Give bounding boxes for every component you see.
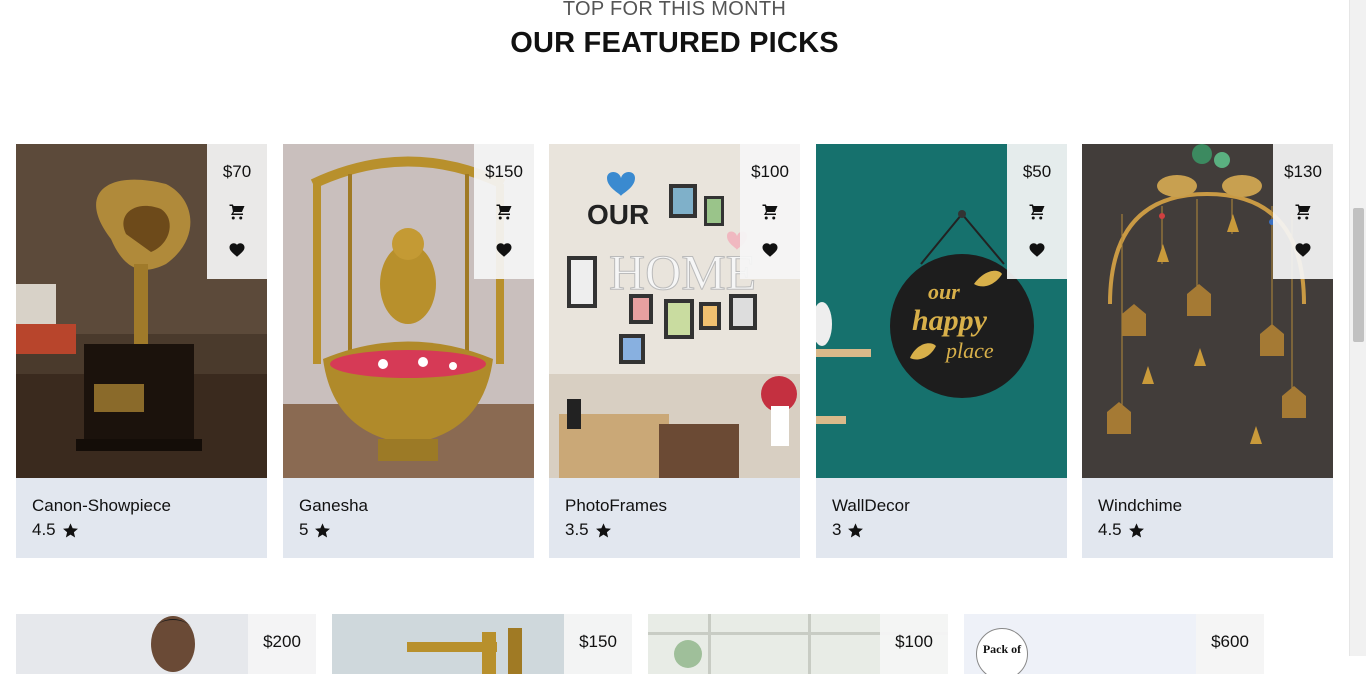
rating-value: 4.5 [1098, 520, 1122, 539]
product-card[interactable]: OUR HOME $100 PhotoFrames 3.5 [549, 144, 800, 558]
cart-icon[interactable] [495, 203, 513, 221]
rating-value: 4.5 [32, 520, 56, 539]
heart-icon[interactable] [761, 241, 779, 259]
product-price: $200 [263, 632, 301, 651]
star-icon [62, 522, 78, 537]
product-rating: 5 [299, 520, 331, 540]
product-card[interactable]: $200 [16, 614, 316, 674]
star-icon [848, 522, 864, 537]
svg-text:OUR: OUR [587, 199, 649, 230]
product-card[interactable]: $130 Windchime 4.5 [1082, 144, 1333, 558]
product-name[interactable]: Canon-Showpiece [32, 496, 171, 516]
section-title: OUR FEATURED PICKS [510, 27, 839, 59]
cart-icon[interactable] [761, 203, 779, 221]
vertical-scrollbar[interactable] [1349, 0, 1366, 656]
product-actions-panel: $130 [1273, 144, 1333, 279]
product-rating: 3.5 [565, 520, 612, 540]
heart-icon[interactable] [1294, 241, 1312, 259]
product-rating: 4.5 [1098, 520, 1145, 540]
product-actions-panel: $150 [564, 614, 632, 674]
product-actions-panel: $100 [740, 144, 800, 279]
product-card[interactable]: $100 [648, 614, 948, 674]
product-card[interactable]: $150 Ganesha 5 [283, 144, 534, 558]
cart-icon[interactable] [1294, 203, 1312, 221]
star-icon [315, 522, 331, 537]
product-name[interactable]: Ganesha [299, 496, 368, 516]
section-subtitle: TOP FOR THIS MONTH [562, 0, 787, 20]
star-icon [1128, 522, 1144, 537]
product-price: $100 [751, 162, 789, 181]
product-name[interactable]: WallDecor [832, 496, 910, 516]
product-card[interactable]: our happy place $50 WallDecor 3 [816, 144, 1067, 558]
product-actions-panel: $600 [1196, 614, 1264, 674]
product-name[interactable]: PhotoFrames [565, 496, 667, 516]
product-price: $50 [1022, 162, 1052, 181]
product-price: $150 [485, 162, 523, 181]
star-icon [595, 522, 611, 537]
scrollbar-thumb[interactable] [1353, 208, 1364, 342]
product-rating: 3 [832, 520, 864, 540]
cart-icon[interactable] [228, 203, 246, 221]
product-name[interactable]: Windchime [1098, 496, 1182, 516]
product-price: $100 [895, 632, 933, 651]
cart-icon[interactable] [1028, 203, 1046, 221]
rating-value: 3 [832, 520, 842, 539]
heart-icon[interactable] [495, 241, 513, 259]
product-price: $70 [222, 162, 252, 181]
svg-text:our: our [928, 279, 960, 304]
rating-value: 3.5 [565, 520, 589, 539]
product-price: $600 [1211, 632, 1249, 651]
rating-value: 5 [299, 520, 309, 539]
product-card[interactable]: $70 Canon-Showpiece 4.5 [16, 144, 267, 558]
product-price: $130 [1284, 162, 1322, 181]
product-actions-panel: $100 [880, 614, 948, 674]
pack-badge: Pack of [976, 628, 1028, 674]
product-rating: 4.5 [32, 520, 79, 540]
svg-text:place: place [944, 338, 994, 363]
svg-text:happy: happy [912, 304, 988, 337]
svg-text:HOME: HOME [609, 244, 756, 300]
product-actions-panel: $70 [207, 144, 267, 279]
product-actions-panel: $200 [248, 614, 316, 674]
product-price: $150 [579, 632, 617, 651]
product-card[interactable]: Pack of $600 [964, 614, 1264, 674]
heart-icon[interactable] [1028, 241, 1046, 259]
heart-icon[interactable] [228, 241, 246, 259]
product-actions-panel: $150 [474, 144, 534, 279]
product-card[interactable]: $150 [332, 614, 632, 674]
product-actions-panel: $50 [1007, 144, 1067, 279]
